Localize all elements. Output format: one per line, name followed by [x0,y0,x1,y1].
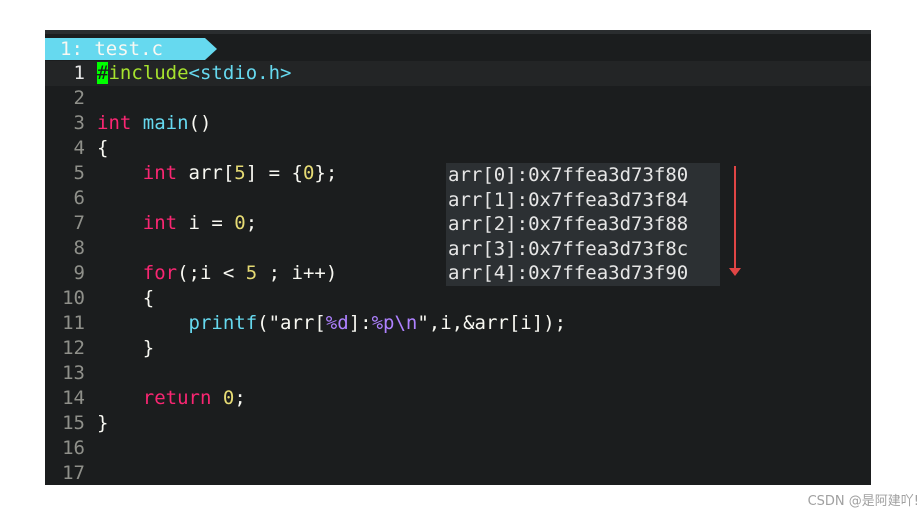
code-token: %d [325,312,349,334]
code-line[interactable]: 17 [45,461,871,485]
code-line[interactable]: 14 return 0; [45,386,871,411]
program-output: arr[0]:0x7ffea3d73f80 arr[1]:0x7ffea3d73f… [446,163,720,286]
code-token: int [97,112,132,134]
code-token: main [142,112,189,134]
code-token: ]: [348,312,372,334]
line-number: 5 [73,162,85,184]
code-text: int i = 0; [97,211,257,236]
tab-test-c[interactable]: 1: test.c [45,38,217,60]
line-number: 4 [73,137,85,159]
code-token: ",i,&arr[i]); [417,312,567,334]
code-token: 5 [234,162,246,184]
code-token: (;i < [177,262,246,284]
code-text: printf("arr[%d]:%p\n",i,&arr[i]); [97,311,567,336]
code-token: () [188,112,212,134]
code-text: int main() [97,111,211,136]
code-line[interactable]: 10 { [45,286,871,311]
code-token: }; [314,162,338,184]
down-arrow-icon [734,166,736,270]
watermark: CSDN @是阿建吖! [807,494,919,509]
output-line: arr[2]:0x7ffea3d73f88 [448,213,689,236]
code-token: printf [188,312,258,334]
code-line[interactable]: 11 printf("arr[%d]:%p\n",i,&arr[i]); [45,311,871,336]
code-token: ; [245,212,258,234]
code-token: } [97,337,155,359]
code-token: arr[ [177,162,235,184]
code-line[interactable]: 15} [45,411,871,436]
output-line: arr[3]:0x7ffea3d73f8c [448,237,689,260]
line-number: 12 [62,337,85,359]
line-number: 16 [62,437,85,459]
line-number: 6 [73,187,85,209]
code-token: int [142,162,178,184]
code-token: { [97,287,155,309]
code-token: <stdio.h> [188,62,292,84]
line-number: 13 [62,362,85,384]
code-text: } [97,411,108,436]
line-number: 10 [62,287,85,309]
code-line[interactable]: 16 [45,436,871,461]
code-text: { [97,136,108,161]
code-text: #include<stdio.h> [97,61,291,86]
line-number: 9 [73,262,85,284]
code-text: { [97,286,154,311]
code-line[interactable]: 1 #include<stdio.h> [45,61,871,86]
code-token: for [142,262,178,284]
code-text: } [97,336,154,361]
code-text: for(;i < 5 ; i++) [97,261,338,286]
tab-label: 1: test.c [60,38,163,60]
editor-top-border [45,30,871,34]
code-line[interactable]: 3 int main() [45,111,871,136]
code-token: 0 [234,212,246,234]
code-line[interactable]: 13 [45,361,871,386]
tab-arrow-icon [205,38,217,60]
code-token: %p [371,312,395,334]
code-token: int [142,212,178,234]
code-token: } [97,412,109,434]
code-token: ("arr[ [257,312,326,334]
line-number: 3 [73,112,85,134]
line-number: 17 [62,462,85,484]
code-text: return 0; [97,386,246,411]
output-line: arr[1]:0x7ffea3d73f84 [448,188,689,211]
code-token: include [108,62,189,84]
code-line[interactable]: 12 } [45,336,871,361]
tabline: 1: test.c [45,35,871,63]
code-token: return [142,387,212,409]
code-token: \n [394,312,418,334]
line-number: 7 [73,212,85,234]
code-token: 5 [245,262,258,284]
line-number: 2 [73,87,85,109]
code-token: ; [234,387,246,409]
code-token: ] = { [245,162,303,184]
text-cursor: # [97,62,109,84]
code-token: { [97,137,109,159]
down-arrow-head-icon [729,268,741,276]
code-token: i = [177,212,235,234]
code-token: ; i++) [257,262,338,284]
line-number: 14 [62,387,85,409]
code-token: 0 [222,387,235,409]
code-line[interactable]: 4{ [45,136,871,161]
line-number: 11 [62,312,85,334]
output-line: arr[0]:0x7ffea3d73f80 [448,164,689,186]
code-line[interactable]: 2 [45,86,871,111]
output-line: arr[4]:0x7ffea3d73f90 [448,262,689,285]
line-number: 8 [73,237,85,259]
code-token: 0 [302,162,315,184]
line-number: 15 [62,412,85,434]
line-number: 1 [73,62,85,84]
code-text: int arr[5] = {0}; [97,161,338,186]
